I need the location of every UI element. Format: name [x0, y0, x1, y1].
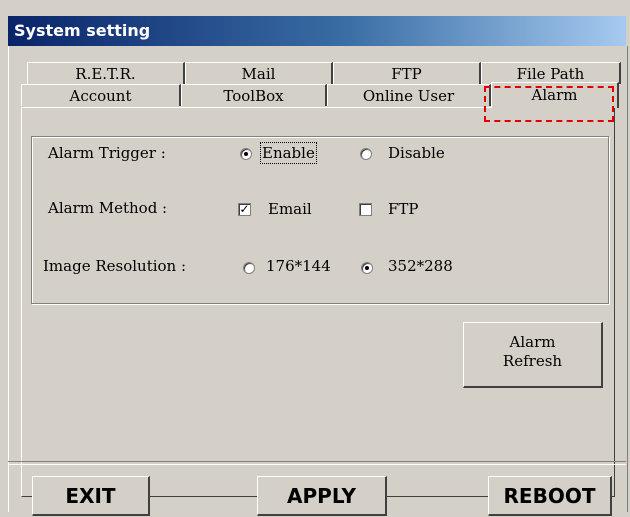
ftp-checkbox[interactable]: [359, 203, 372, 216]
bottom-separator: [8, 461, 626, 465]
alarm-method-label: Alarm Method :: [48, 199, 168, 217]
enable-label[interactable]: Enable: [260, 142, 317, 164]
res-176-label[interactable]: 176*144: [266, 257, 331, 275]
window-title: System setting: [8, 16, 626, 46]
email-checkbox[interactable]: ✓: [238, 203, 251, 216]
disable-label[interactable]: Disable: [388, 144, 445, 162]
tab-alarm[interactable]: Alarm: [491, 82, 619, 108]
tab-toolbox[interactable]: ToolBox: [181, 84, 327, 106]
res-176-radio[interactable]: [243, 262, 255, 274]
tab-mail[interactable]: Mail: [185, 62, 333, 84]
tab-ftp[interactable]: FTP: [333, 62, 481, 84]
disable-radio[interactable]: [360, 148, 372, 160]
tab-online-user[interactable]: Online User: [327, 84, 491, 106]
tab-retr[interactable]: R.E.T.R.: [27, 62, 185, 84]
ftp-label[interactable]: FTP: [388, 200, 419, 218]
tab-account[interactable]: Account: [21, 84, 181, 106]
apply-button[interactable]: APPLY: [257, 476, 387, 516]
alarm-refresh-line1: Alarm: [509, 333, 556, 351]
email-label[interactable]: Email: [268, 200, 312, 218]
enable-radio[interactable]: [240, 148, 252, 160]
res-352-label[interactable]: 352*288: [388, 257, 453, 275]
image-resolution-label: Image Resolution :: [43, 257, 187, 275]
alarm-trigger-label: Alarm Trigger :: [48, 144, 166, 162]
reboot-button[interactable]: REBOOT: [488, 476, 612, 516]
alarm-refresh-line2: Refresh: [502, 352, 563, 370]
res-352-radio[interactable]: [361, 262, 373, 274]
tab-file-path[interactable]: File Path: [481, 62, 621, 84]
exit-button[interactable]: EXIT: [32, 476, 150, 516]
alarm-refresh-button[interactable]: Alarm Refresh: [463, 322, 603, 388]
